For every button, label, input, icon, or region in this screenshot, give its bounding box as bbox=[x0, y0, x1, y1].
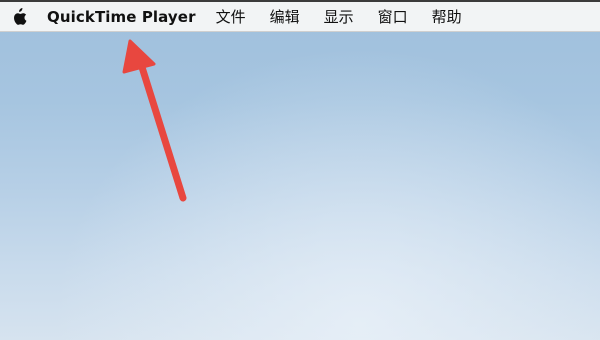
menu-help[interactable]: 帮助 bbox=[432, 6, 462, 27]
desktop-wallpaper bbox=[0, 0, 600, 340]
menu-bar: QuickTime Player 文件 编辑 显示 窗口 帮助 bbox=[0, 2, 600, 32]
menu-edit[interactable]: 编辑 bbox=[270, 6, 300, 27]
menu-file[interactable]: 文件 bbox=[216, 6, 246, 27]
app-name-menu[interactable]: QuickTime Player bbox=[47, 8, 196, 26]
desktop: QuickTime Player 文件 编辑 显示 窗口 帮助 bbox=[0, 0, 600, 340]
menu-view[interactable]: 显示 bbox=[324, 6, 354, 27]
apple-icon[interactable] bbox=[11, 7, 27, 26]
menu-window[interactable]: 窗口 bbox=[378, 6, 408, 27]
